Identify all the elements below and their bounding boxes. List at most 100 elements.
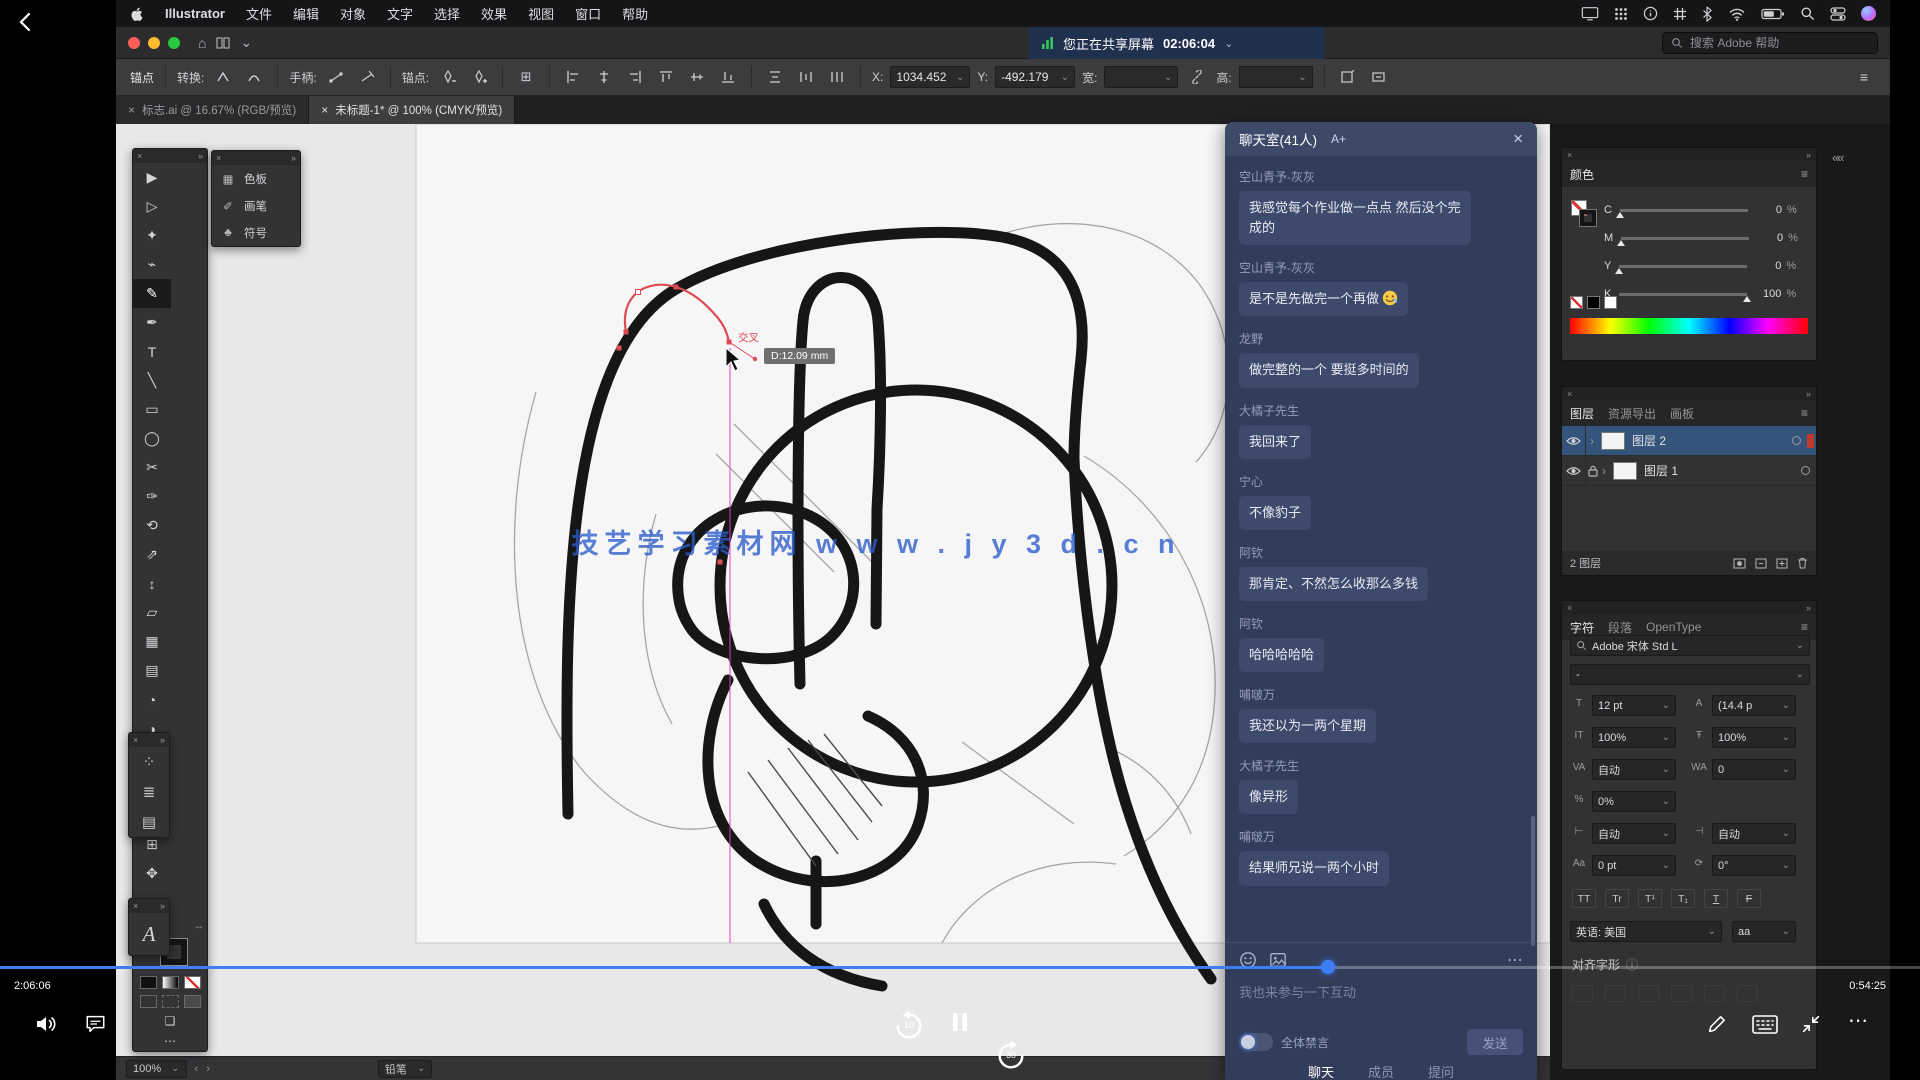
menu-type[interactable]: 文字	[387, 4, 413, 23]
tab-paragraph[interactable]: 段落	[1608, 619, 1632, 636]
selection-tool[interactable]: ▶	[133, 163, 171, 192]
distribute-spacing-button[interactable]	[825, 66, 849, 88]
document-tab-logo[interactable]: × 标志.ai @ 16.67% (RGB/预览)	[116, 96, 309, 124]
height-value-field[interactable]: ⌄	[1239, 66, 1313, 88]
convert-to-corner-button[interactable]	[211, 66, 235, 88]
close-icon[interactable]: ×	[1567, 603, 1572, 613]
close-icon[interactable]: ×	[133, 735, 138, 745]
pathfinder-panel-button[interactable]: ≣	[129, 777, 169, 807]
draw-mode-buttons[interactable]	[133, 992, 207, 1011]
close-icon[interactable]: ×	[1567, 389, 1572, 399]
document-tab-untitled[interactable]: × 未标题-1* @ 100% (CMYK/预览)	[309, 96, 515, 124]
swap-fill-stroke-icon[interactable]: ↔	[194, 921, 204, 932]
layer-row[interactable]: › 图层 1	[1562, 456, 1816, 486]
tsume-right-select[interactable]: 自动⌄	[1712, 823, 1796, 844]
spotlight-search-icon[interactable]	[1800, 6, 1815, 21]
reference-point-icon[interactable]: ⊞	[514, 66, 538, 88]
gradient-tool[interactable]: ▤	[133, 656, 171, 685]
tsume-left-select[interactable]: 自动⌄	[1592, 823, 1676, 844]
home-icon[interactable]: ⌂	[198, 35, 206, 51]
tab-character[interactable]: 字符	[1570, 619, 1594, 636]
none-button[interactable]	[184, 976, 201, 989]
layer-thumbnail[interactable]	[1613, 462, 1637, 480]
font-style-select[interactable]: -⌄	[1570, 664, 1810, 685]
panel-menu-icon[interactable]: ≡	[1801, 620, 1808, 634]
layer-name[interactable]: 图层 1	[1644, 462, 1678, 479]
glyph-snap-button[interactable]	[1638, 985, 1659, 1002]
y-value-field[interactable]: -492.179⌄	[995, 66, 1075, 88]
volume-button[interactable]	[34, 1012, 58, 1036]
tab-members[interactable]: 成员	[1368, 1062, 1394, 1080]
new-sublayer-icon[interactable]	[1755, 558, 1767, 569]
brushes-panel-button[interactable]: ✐画笔	[212, 192, 300, 219]
scale-tool[interactable]: ⇗	[133, 540, 171, 569]
type-tool[interactable]: T	[133, 337, 171, 366]
more-options-button[interactable]: ⋯	[1848, 1008, 1870, 1033]
align-bottom-button[interactable]	[716, 66, 740, 88]
panel-menu-icon[interactable]: ≡	[1801, 167, 1808, 181]
collapsed-panel-strip[interactable]: × » ⁘ ≣ ▤	[128, 732, 170, 838]
baseline-shift-select[interactable]: 0 pt⌄	[1592, 855, 1676, 876]
seek-handle[interactable]	[1321, 960, 1335, 974]
kerning-select[interactable]: 自动⌄	[1592, 759, 1676, 780]
glyph-snap-button[interactable]	[1605, 985, 1626, 1002]
tab-opentype[interactable]: OpenType	[1646, 620, 1701, 634]
scissors-tool[interactable]: ✂	[133, 453, 171, 482]
strikethrough-button[interactable]: F	[1737, 889, 1761, 908]
exit-fullscreen-button[interactable]	[1800, 1013, 1822, 1035]
glyphs-panel-icon[interactable]: A	[129, 913, 169, 955]
color-spectrum-bar[interactable]	[1570, 318, 1808, 334]
menu-file[interactable]: 文件	[246, 4, 272, 23]
color-mode-buttons[interactable]	[133, 973, 207, 992]
layer-thumbnail[interactable]	[1601, 432, 1625, 450]
expand-layer-icon[interactable]: ›	[1590, 434, 1594, 448]
subscript-button[interactable]: T₁	[1671, 889, 1695, 908]
small-caps-button[interactable]: Tr	[1605, 889, 1629, 908]
history-forward-icon[interactable]: ›	[206, 1063, 210, 1075]
pen-tool[interactable]: ✒	[133, 308, 171, 337]
help-search-field[interactable]: 搜索 Adobe 帮助	[1662, 32, 1878, 54]
underline-button[interactable]: T	[1704, 889, 1728, 908]
delete-layer-icon[interactable]	[1797, 557, 1808, 569]
magenta-slider-row[interactable]: M0%	[1604, 232, 1798, 244]
align-right-button[interactable]	[623, 66, 647, 88]
connect-anchor-button[interactable]	[467, 66, 491, 88]
color-button[interactable]	[140, 976, 157, 989]
white-swatch[interactable]	[1604, 296, 1617, 309]
tab-asset-export[interactable]: 资源导出	[1608, 405, 1656, 422]
keyboard-button[interactable]	[1752, 1015, 1778, 1034]
leading-select[interactable]: (14.4 p⌄	[1712, 695, 1796, 716]
none-swatch[interactable]	[1570, 296, 1583, 309]
close-icon[interactable]: ×	[137, 151, 142, 161]
distribute-horizontal-button[interactable]	[794, 66, 818, 88]
lasso-tool[interactable]: ⌁	[133, 250, 171, 279]
chevron-down-icon[interactable]: ⌄	[240, 34, 252, 51]
close-tab-icon[interactable]: ×	[128, 103, 135, 117]
menu-select[interactable]: 选择	[434, 4, 460, 23]
screen-share-banner[interactable]: 您正在共享屏幕 02:06:04 ⌄	[1029, 27, 1324, 59]
glyph-snap-button[interactable]	[1737, 985, 1758, 1002]
menu-object[interactable]: 对象	[340, 4, 366, 23]
info-icon[interactable]: ⓘ	[1626, 956, 1638, 973]
collapse-icon[interactable]: »	[160, 901, 165, 911]
isolate-selected-object-icon[interactable]	[1367, 66, 1391, 88]
layer-row[interactable]: › 图层 2	[1562, 426, 1816, 456]
control-bar-menu-icon[interactable]: ≡	[1852, 66, 1876, 88]
transform-panel-icon[interactable]	[1336, 66, 1360, 88]
close-tab-icon[interactable]: ×	[321, 103, 328, 117]
toolbar-more-button[interactable]: ⋯	[133, 1031, 207, 1051]
horizontal-scale-select[interactable]: 100%⌄	[1712, 727, 1796, 748]
collapse-icon[interactable]: »	[1806, 150, 1811, 160]
constrain-proportions-icon[interactable]	[1185, 66, 1209, 88]
rotate-tool[interactable]: ⟲	[133, 511, 171, 540]
new-layer-icon[interactable]	[1776, 558, 1788, 569]
chat-message-list[interactable]: 空山青予-灰灰我感觉每个作业做一点点 然后没个完成的 空山青予-灰灰是不是先做完…	[1225, 156, 1537, 942]
x-value-field[interactable]: 1034.452⌄	[890, 66, 970, 88]
align-panel-button[interactable]: ⁘	[129, 747, 169, 777]
collapse-icon[interactable]: »	[160, 735, 165, 745]
free-transform-tool[interactable]: ▱	[133, 598, 171, 627]
zoom-level-select[interactable]: 100%⌄	[126, 1060, 187, 1078]
minimize-window-button[interactable]	[148, 37, 160, 49]
transform-panel-button[interactable]: ▤	[129, 807, 169, 837]
collapse-panels-icon[interactable]: ««	[1832, 150, 1842, 165]
